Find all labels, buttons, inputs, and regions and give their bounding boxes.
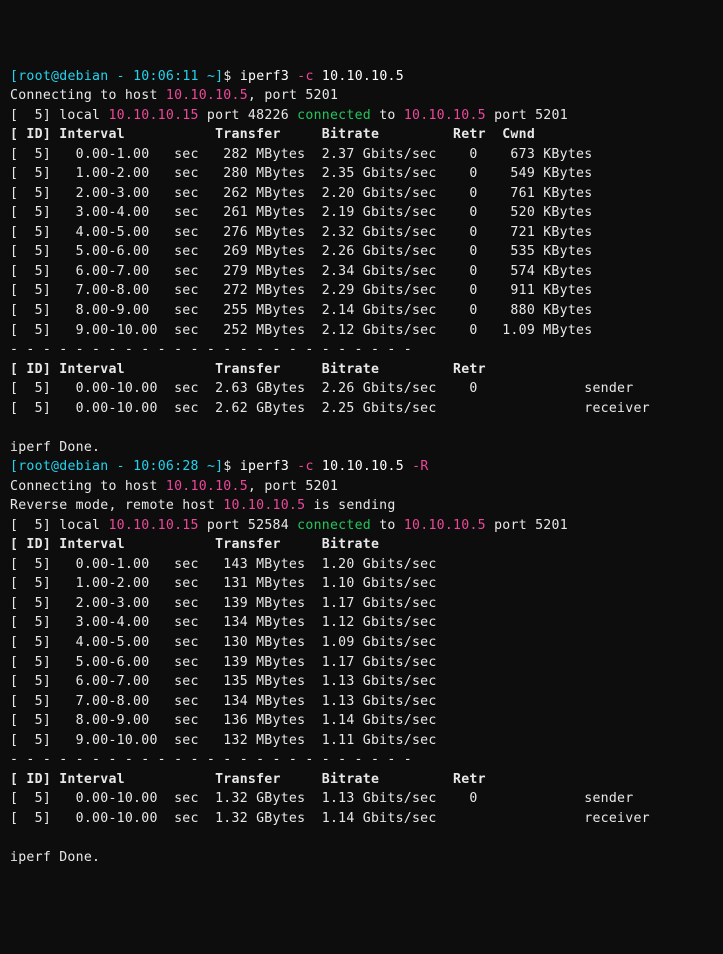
local-port: port 52584 (199, 518, 297, 533)
reverse-line: Reverse mode, remote host (10, 498, 223, 513)
prompt-dollar: $ (223, 459, 239, 474)
prompt-time: 10:06:11 (133, 69, 199, 84)
prompt-open: [ (10, 69, 18, 84)
reverse-post: is sending (305, 498, 395, 513)
prompt-cwd: ~ (207, 69, 215, 84)
command-iperf3: iperf3 (240, 69, 289, 84)
target-ip: 10.10.10.5 (322, 459, 404, 474)
flag-reverse: -R (412, 459, 428, 474)
iperf-done: iperf Done. (10, 440, 100, 455)
to-word: to (371, 108, 404, 123)
remote-ip: 10.10.10.5 (404, 108, 486, 123)
prompt-cwd: ~ (207, 459, 215, 474)
reverse-host: 10.10.10.5 (223, 498, 305, 513)
prompt-sep2 (199, 69, 207, 84)
remote-port: port 5201 (486, 518, 568, 533)
connecting-line: Connecting to host (10, 88, 166, 103)
prompt-time: 10:06:28 (133, 459, 199, 474)
prompt-open: [ (10, 459, 18, 474)
terminal-output[interactable]: [root@debian - 10:06:11 ~]$ iperf3 -c 10… (10, 67, 713, 868)
local-port: port 48226 (199, 108, 297, 123)
local-ip: 10.10.10.15 (108, 518, 198, 533)
dash-sep: - - - - - - - - - - - - - - - - - - - - … (10, 752, 412, 767)
prompt-user: root@debian (18, 69, 108, 84)
command-iperf3: iperf3 (240, 459, 289, 474)
prompt-user: root@debian (18, 459, 108, 474)
prompt-sep: - (108, 69, 133, 84)
connect-host: 10.10.10.5 (166, 479, 248, 494)
connect-port: , port 5201 (248, 479, 338, 494)
local-id: [ 5] local (10, 518, 108, 533)
table-header: [ ID] Interval Transfer Bitrate Retr Cwn… (10, 127, 535, 142)
flag-c: -c (297, 459, 313, 474)
prompt-dollar: $ (223, 69, 239, 84)
local-id: [ 5] local (10, 108, 108, 123)
summary-header: [ ID] Interval Transfer Bitrate Retr (10, 362, 486, 377)
iperf-done: iperf Done. (10, 850, 100, 865)
connected-word: connected (297, 108, 371, 123)
table-header: [ ID] Interval Transfer Bitrate (10, 537, 379, 552)
connect-host: 10.10.10.5 (166, 88, 248, 103)
connect-port: , port 5201 (248, 88, 338, 103)
dash-sep: - - - - - - - - - - - - - - - - - - - - … (10, 342, 412, 357)
to-word: to (371, 518, 404, 533)
remote-port: port 5201 (486, 108, 568, 123)
flag-c: -c (297, 69, 313, 84)
summary-header: [ ID] Interval Transfer Bitrate Retr (10, 772, 486, 787)
remote-ip: 10.10.10.5 (404, 518, 486, 533)
connected-word: connected (297, 518, 371, 533)
local-ip: 10.10.10.15 (108, 108, 198, 123)
prompt-sep2 (199, 459, 207, 474)
connecting-line: Connecting to host (10, 479, 166, 494)
prompt-sep: - (108, 459, 133, 474)
target-ip: 10.10.10.5 (322, 69, 404, 84)
